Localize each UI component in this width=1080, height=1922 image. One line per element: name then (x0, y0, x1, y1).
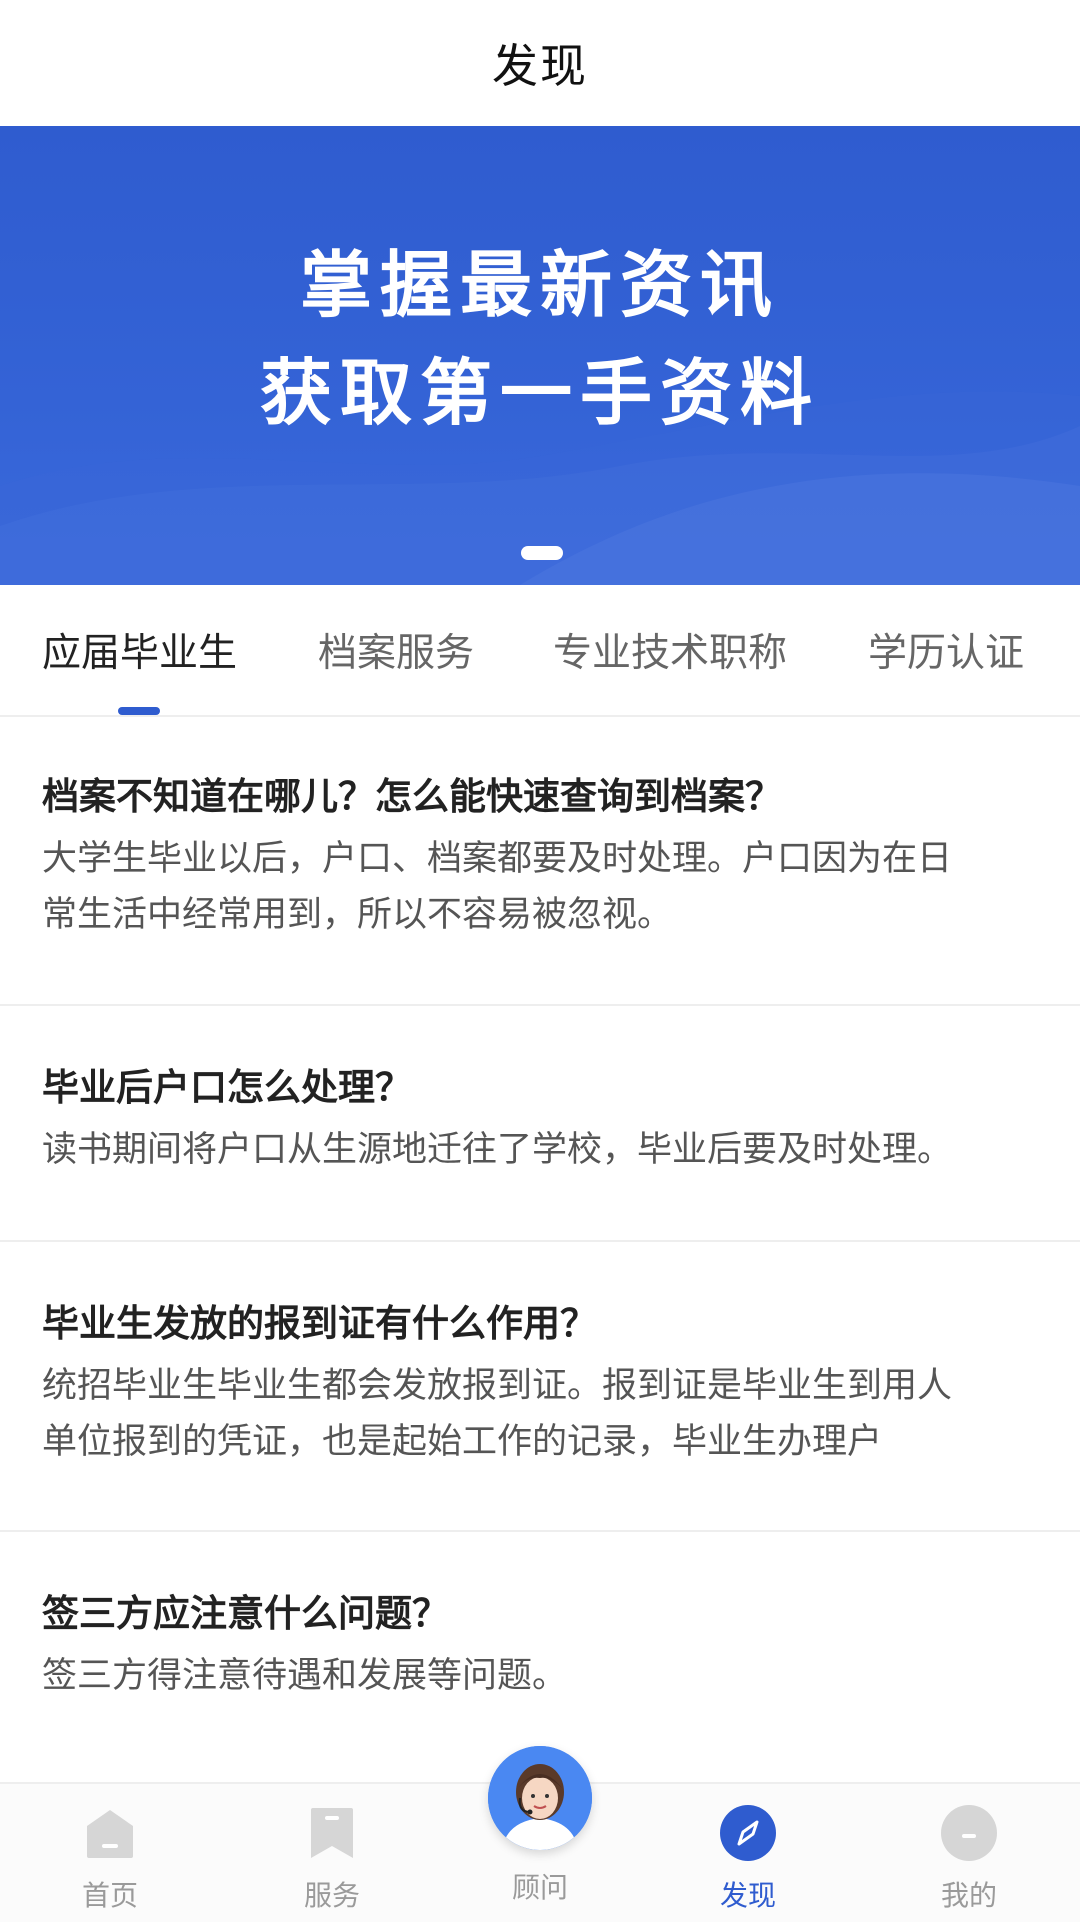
nav-service[interactable]: 服务 (252, 1784, 412, 1922)
promo-banner[interactable]: 掌握最新资讯 获取第一手资料 (0, 126, 1080, 585)
compass-icon (720, 1805, 776, 1861)
carousel-indicator (521, 546, 563, 560)
article-summary: 统招毕业生毕业生都会发放报到证。报到证是毕业生到用人单位报到的凭证，也是起始工作… (42, 1366, 953, 1462)
nav-discover[interactable]: 发现 (668, 1784, 828, 1922)
nav-discover-label: 发现 (719, 1879, 776, 1912)
banner-line-2: 获取第一手资料 (259, 351, 820, 435)
article-summary: 签三方得注意待遇和发展等问题。 (42, 1656, 568, 1696)
article-summary: 大学生毕业以后，户口、档案都要及时处理。户口因为在日常生活中经常用到，所以不容易… (42, 839, 953, 935)
nav-home[interactable]: 首页 (30, 1784, 190, 1922)
bookmark-icon (311, 1808, 353, 1858)
article-title: 档案不知道在哪儿？怎么能快速查询到档案？ (42, 775, 782, 818)
profile-icon (941, 1805, 997, 1861)
top-bar: 发现 (0, 0, 1080, 126)
article-item[interactable]: 档案不知道在哪儿？怎么能快速查询到档案？ 大学生毕业以后，户口、档案都要及时处理… (0, 717, 1080, 1006)
nav-mine[interactable]: 我的 (889, 1784, 1049, 1922)
tab-archive-service[interactable]: 档案服务 (318, 585, 474, 715)
advisor-avatar[interactable] (488, 1746, 592, 1850)
active-tab-indicator (118, 707, 160, 715)
banner-headline: 掌握最新资讯 获取第一手资料 (0, 231, 1080, 447)
article-item[interactable]: 毕业生发放的报到证有什么作用？ 统招毕业生毕业生都会发放报到证。报到证是毕业生到… (0, 1242, 1080, 1532)
article-title: 毕业后户口怎么处理？ (42, 1066, 412, 1109)
tab-degree-certification[interactable]: 学历认证 (868, 585, 1024, 715)
nav-mine-label: 我的 (940, 1879, 997, 1912)
page-title: 发现 (492, 39, 588, 93)
nav-home-label: 首页 (81, 1879, 138, 1912)
advisor-portrait-icon (488, 1746, 592, 1850)
home-icon (87, 1810, 133, 1858)
category-tabs: 应届毕业生 档案服务 专业技术职称 学历认证 (0, 585, 1080, 717)
nav-advisor-label[interactable]: 顾问 (460, 1866, 620, 1906)
article-title: 签三方应注意什么问题？ (42, 1592, 449, 1635)
tab-professional-title[interactable]: 专业技术职称 (553, 585, 787, 715)
tab-graduates[interactable]: 应届毕业生 (42, 585, 237, 715)
banner-line-1: 掌握最新资讯 (299, 243, 780, 327)
article-summary: 读书期间将户口从生源地迁往了学校，毕业后要及时处理。 (42, 1130, 953, 1170)
article-title: 毕业生发放的报到证有什么作用？ (42, 1302, 597, 1345)
nav-service-label: 服务 (303, 1879, 360, 1912)
article-item[interactable]: 签三方应注意什么问题？ 签三方得注意待遇和发展等问题。 (0, 1532, 1080, 1782)
article-item[interactable]: 毕业后户口怎么处理？ 读书期间将户口从生源地迁往了学校，毕业后要及时处理。 (0, 1006, 1080, 1242)
